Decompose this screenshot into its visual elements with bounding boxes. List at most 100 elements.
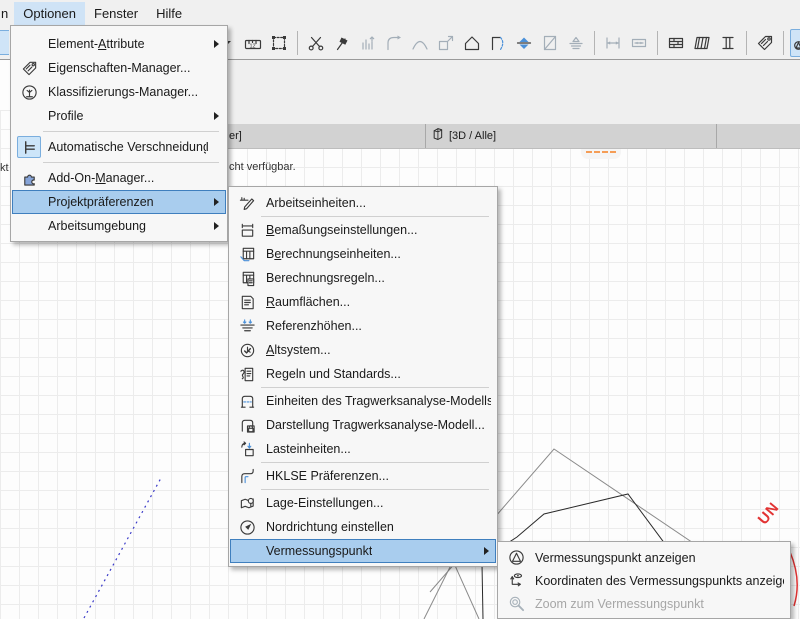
fill-hatch-button[interactable]	[690, 29, 714, 57]
menu-icon-placeholder	[17, 105, 41, 127]
menu-item-bemassungseinstellungen[interactable]: Bemaßungseinstellungen...	[230, 218, 496, 242]
menu-item-vermessungspunkt[interactable]: Vermessungspunkt	[230, 539, 496, 563]
menu-item-darstellung-tragwerksanalyse-modell[interactable]: Darstellung Tragwerksanalyse-Modell...	[230, 413, 496, 437]
rules-standards-icon	[235, 363, 259, 385]
menu-separator	[261, 462, 489, 463]
menu-item-add-on-manager[interactable]: Add-On-Manager...	[12, 166, 226, 190]
menu-item-lage-einstellungen[interactable]: Lage-Einstellungen...	[230, 491, 496, 515]
zones-icon	[235, 291, 259, 313]
measure-ruler-button[interactable]: 12	[241, 29, 265, 57]
adjust-button[interactable]	[356, 29, 380, 57]
toolbar-clipped-icon[interactable]	[0, 30, 9, 55]
auto-intersection-icon	[17, 136, 41, 158]
menu-item-berechnungseinheiten[interactable]: Berechnungseinheiten...	[230, 242, 496, 266]
menu-item-label: Nordrichtung einstellen	[266, 520, 394, 534]
menu-item-label: Klassifizierungs-Manager...	[48, 85, 198, 99]
classification-tree-icon	[17, 81, 41, 103]
work-units-icon	[235, 192, 259, 214]
menu-separator	[261, 489, 489, 490]
menu-item-altsystem[interactable]: Altsystem...	[230, 338, 496, 362]
structural-units-icon	[235, 390, 259, 412]
menu-item-label: Raumflächen...	[266, 295, 350, 309]
label-tag-button[interactable]	[753, 29, 777, 57]
menu-icon-placeholder	[17, 33, 41, 55]
menu-icon-placeholder	[235, 540, 259, 562]
tab-separator	[425, 124, 426, 148]
resize-button[interactable]	[434, 29, 458, 57]
tab-clipped[interactable]: er]	[229, 130, 242, 142]
menu-separator	[43, 162, 219, 163]
menu-separator	[261, 216, 489, 217]
menu-item-raumflaechen[interactable]: Raumflächen...	[230, 290, 496, 314]
menubar-item-optionen[interactable]: Optionen	[14, 2, 85, 25]
canvas-note-text: cht verfügbar.	[229, 161, 296, 173]
menubar-clipped-item[interactable]: n	[0, 6, 14, 21]
load-units-icon	[235, 438, 259, 460]
menu-item-einheiten-des-tragwerksanalyse-modells[interactable]: Einheiten des Tragwerksanalyse-Modells..…	[230, 389, 496, 413]
menu-icon-placeholder	[17, 215, 41, 237]
menu-icon-placeholder	[17, 191, 41, 213]
menu-item-klassifizierungs-manager[interactable]: Klassifizierungs-Manager...	[12, 80, 226, 104]
menu-item-projektpraeferenzen[interactable]: Projektpräferenzen	[12, 190, 226, 214]
menu-item-referenzhoehen[interactable]: Referenzhöhen...	[230, 314, 496, 338]
menu-item-label: Bemaßungseinstellungen...	[266, 223, 418, 237]
puzzle-icon	[17, 167, 41, 189]
menu-item-arbeitsumgebung[interactable]: Arbeitsumgebung	[12, 214, 226, 238]
split-button[interactable]	[304, 29, 328, 57]
menu-item-label: Zoom zum Vermessungspunkt	[535, 597, 704, 611]
dimension-exterior-button[interactable]	[627, 29, 651, 57]
door-tool-button[interactable]	[486, 29, 510, 57]
submenu-arrow-icon	[214, 198, 219, 206]
tab-separator-2	[716, 124, 717, 148]
level-marker-button[interactable]	[564, 29, 588, 57]
menu-item-label: Add-On-Manager...	[48, 171, 154, 185]
steel-profile-button[interactable]	[716, 29, 740, 57]
dimension-settings-icon	[235, 219, 259, 241]
menu-item-label: Koordinaten des Vermessungspunkts anzeig…	[535, 574, 784, 588]
fillet-chamfer-button[interactable]	[382, 29, 406, 57]
menu-item-label: Regeln und Standards...	[266, 367, 401, 381]
options-dropdown-menu: Element-AttributeEigenschaften-Manager..…	[10, 25, 228, 242]
menubar-item-fenster[interactable]: Fenster	[85, 2, 147, 25]
survey-point-submenu: Vermessungspunkt anzeigen Koordinaten des…	[497, 541, 791, 619]
menu-bar: n Optionen Fenster Hilfe	[0, 0, 800, 26]
panel-tool-button[interactable]	[538, 29, 562, 57]
menu-item-label: Darstellung Tragwerksanalyse-Modell...	[266, 418, 485, 432]
menu-item-label: Automatische Verschneidung	[48, 140, 206, 154]
submenu-arrow-icon	[214, 222, 219, 230]
curve-edge-button[interactable]	[408, 29, 432, 57]
menubar-item-hilfe[interactable]: Hilfe	[147, 2, 191, 25]
calculation-rules-icon	[235, 267, 259, 289]
survey-point-toggle-button[interactable]	[790, 29, 800, 57]
menu-item-element-attribute[interactable]: Element-Attribute	[12, 32, 226, 56]
coordinates-eye-icon	[504, 570, 528, 592]
dimension-linear-button[interactable]	[601, 29, 625, 57]
menu-item-shortcut: I	[206, 140, 221, 154]
menu-item-label: Altsystem...	[266, 343, 331, 357]
menu-item-hklse-praeferenzen[interactable]: HKLSE Präferenzen...	[230, 464, 496, 488]
menu-item-koordinaten-des-vermessungspunkts-anzeigen[interactable]: Koordinaten des Vermessungspunkts anzeig…	[499, 569, 789, 592]
trim-button[interactable]	[330, 29, 354, 57]
menu-item-label: Einheiten des Tragwerksanalyse-Modells..…	[266, 394, 491, 408]
roof-tool-button[interactable]	[460, 29, 484, 57]
menu-item-automatische-verschneidung[interactable]: Automatische VerschneidungI	[12, 135, 226, 159]
menu-item-label: Berechnungseinheiten...	[266, 247, 401, 261]
menu-item-eigenschaften-manager[interactable]: Eigenschaften-Manager...	[12, 56, 226, 80]
skylight-tool-button[interactable]	[512, 29, 536, 57]
menu-item-label: Profile	[48, 109, 83, 123]
north-direction-icon	[235, 516, 259, 538]
transform-marquee-button[interactable]	[267, 29, 291, 57]
legacy-system-icon	[235, 339, 259, 361]
menu-item-berechnungsregeln[interactable]: Berechnungsregeln...	[230, 266, 496, 290]
tab-3d-alle[interactable]: [3D / Alle]	[430, 124, 496, 148]
menu-item-nordrichtung-einstellen[interactable]: Nordrichtung einstellen	[230, 515, 496, 539]
menu-item-regeln-und-standards[interactable]: Regeln und Standards...	[230, 362, 496, 386]
menu-item-arbeitseinheiten[interactable]: Arbeitseinheiten...	[230, 191, 496, 215]
menu-item-vermessungspunkt-anzeigen[interactable]: Vermessungspunkt anzeigen	[499, 546, 789, 569]
building-material-button[interactable]	[664, 29, 688, 57]
toolbar-separator	[783, 31, 784, 55]
menu-item-lasteinheiten[interactable]: Lasteinheiten...	[230, 437, 496, 461]
toolbar-separator	[657, 31, 658, 55]
menu-item-profile[interactable]: Profile	[12, 104, 226, 128]
tab-3d-label: [3D / Alle]	[449, 130, 496, 142]
